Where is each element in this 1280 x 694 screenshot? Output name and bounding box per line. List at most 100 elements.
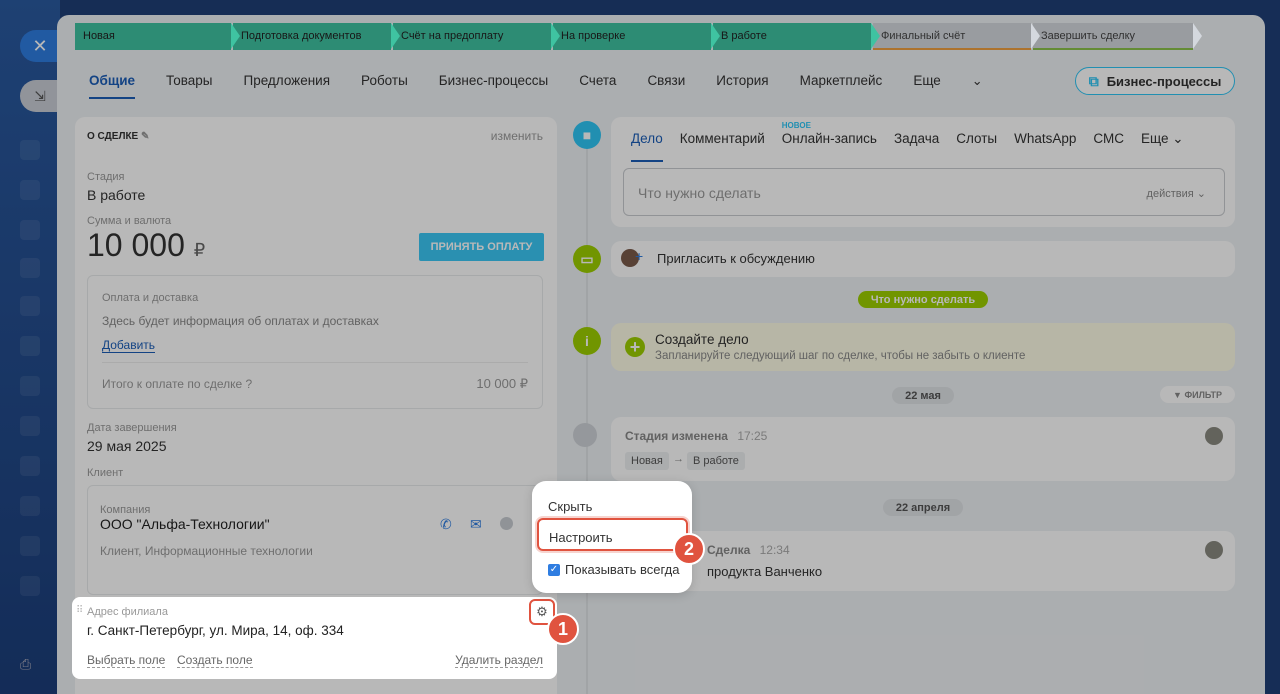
activity-tab-7[interactable]: СМС	[1093, 131, 1124, 162]
actions-dropdown[interactable]: действия ⌄	[1147, 187, 1206, 200]
sidebar-icon[interactable]	[20, 536, 40, 556]
delete-section-link[interactable]: Удалить раздел	[455, 653, 543, 668]
timeline-activity-icon: ■	[573, 121, 601, 149]
chevron-down-icon: ⌄	[1168, 131, 1184, 146]
todo-input[interactable]: Что нужно сделать действия ⌄	[623, 168, 1225, 216]
activity-tab-label: Комментарий	[679, 131, 765, 146]
minimize-button[interactable]: ⇲	[20, 80, 60, 112]
sidebar-icon[interactable]	[20, 296, 40, 316]
show-always-label: Показывать всегда	[565, 562, 680, 577]
edit-link[interactable]: изменить	[491, 129, 543, 143]
address-section: ⠿ Адрес филиала г. Санкт-Петербург, ул. …	[72, 597, 557, 679]
sidebar-icon[interactable]	[20, 416, 40, 436]
hide-menu-item[interactable]: Скрыть	[548, 499, 592, 514]
date-pill: 22 апреля	[883, 499, 963, 516]
sum-label: Сумма и валюта	[87, 215, 172, 227]
payment-info: Здесь будет информация об оплатах и дост…	[102, 314, 379, 328]
activity-tab-4[interactable]: Задача	[894, 131, 939, 162]
total-value: 10 000 ₽	[476, 376, 528, 391]
sidebar-icon[interactable]	[20, 496, 40, 516]
tab-5[interactable]: Бизнес-процессы	[439, 73, 548, 99]
sidebar-icon[interactable]	[20, 336, 40, 356]
activity-tab-3[interactable]: Онлайн-запись НОВОЕ	[781, 121, 877, 162]
company-name[interactable]: ООО "Альфа-Технологии"	[100, 516, 270, 532]
business-process-button[interactable]: ⧉ Бизнес-процессы	[1075, 67, 1235, 95]
comment-icon: ▭	[573, 245, 601, 273]
chevron-down-icon: ⌄	[971, 73, 983, 88]
divider	[102, 362, 528, 363]
activity-tab-1[interactable]: Дело	[631, 131, 663, 162]
business-process-label: Бизнес-процессы	[1106, 73, 1222, 89]
activity-tab-label: Онлайн-запись	[781, 131, 877, 146]
drag-handle-icon[interactable]: ⠿	[76, 605, 83, 616]
mail-icon[interactable]: ✉	[470, 516, 482, 533]
stage-4[interactable]: На проверке	[553, 23, 720, 50]
phone-icon[interactable]: ✆	[440, 516, 452, 533]
pencil-icon[interactable]: ✎	[141, 131, 149, 142]
tab-1[interactable]: Общие	[89, 73, 136, 99]
create-task-card[interactable]: + Создайте дело Запланируйте следующий ш…	[611, 323, 1235, 371]
configure-menu-item[interactable]: Настроить	[537, 518, 688, 551]
stage-label: Подготовка документов	[241, 30, 362, 42]
activity-tab-2[interactable]: Комментарий	[680, 131, 765, 162]
address-value: г. Санкт-Петербург, ул. Мира, 14, оф. 33…	[87, 623, 344, 638]
show-always-option[interactable]: ✓ Показывать всегда	[548, 562, 679, 577]
accept-payment-button[interactable]: ПРИНЯТЬ ОПЛАТУ	[419, 233, 544, 261]
tab-3[interactable]: Предложения	[244, 73, 331, 99]
tab-4[interactable]: Роботы	[361, 73, 408, 99]
activity-tab-5[interactable]: Слоты	[956, 131, 997, 162]
checkbox-checked-icon[interactable]: ✓	[548, 563, 560, 576]
from-stage: Новая	[625, 452, 669, 470]
stage-arrow	[871, 23, 880, 49]
sidebar-icon[interactable]	[20, 220, 40, 240]
tab-9[interactable]: Маркетплейс	[800, 73, 883, 99]
activity-tab-label: Слоты	[956, 131, 998, 146]
stage-6[interactable]: Финальный счёт	[873, 23, 1040, 50]
print-icon[interactable]: ⎙	[20, 656, 40, 674]
tab-8[interactable]: История	[716, 73, 768, 99]
step-badge-2: 2	[673, 533, 705, 565]
activity-tab-6[interactable]: WhatsApp	[1014, 131, 1076, 162]
new-badge: НОВОЕ	[781, 121, 811, 130]
activity-tab-label: Задача	[893, 131, 940, 146]
stage-5[interactable]: В работе	[713, 23, 880, 50]
stage-underline	[1033, 48, 1193, 50]
stage-label: Завершить сделку	[1041, 30, 1136, 42]
stage-1[interactable]: Новая	[75, 23, 240, 50]
filter-button[interactable]: ▼ ФИЛЬТР	[1160, 386, 1235, 403]
sidebar-icon[interactable]	[20, 376, 40, 396]
company-label: Компания	[100, 504, 151, 516]
help-icon[interactable]: ?	[246, 377, 253, 391]
stage-7[interactable]: Завершить сделку	[1033, 23, 1202, 50]
item-title: Сделка 12:34	[707, 543, 790, 557]
activity-tab-8[interactable]: Еще ⌄	[1141, 131, 1184, 162]
client-label: Клиент	[87, 467, 124, 479]
company-box: Компания ООО "Альфа-Технологии" ✆ ✉ Клие…	[87, 485, 543, 595]
stage-label: Финальный счёт	[881, 30, 966, 42]
chat-icon[interactable]	[500, 517, 513, 530]
close-slider-button[interactable]: ✕	[20, 30, 60, 62]
payment-add-link[interactable]: Добавить	[102, 338, 156, 353]
stage-3[interactable]: Счёт на предоплату	[393, 23, 560, 50]
sidebar-icon[interactable]	[20, 140, 40, 160]
activity-tabs: Дело Комментарий Онлайн-запись НОВОЕ Задача С…	[631, 121, 1201, 162]
invite-label: Пригласить к обсуждению	[657, 251, 815, 266]
invite-row[interactable]: + Пригласить к обсуждению	[611, 241, 1235, 277]
sidebar-icon[interactable]	[20, 180, 40, 200]
sidebar-icon[interactable]	[20, 576, 40, 596]
tab-2[interactable]: Товары	[166, 73, 212, 99]
create-field-link[interactable]: Создать поле	[177, 653, 253, 668]
tab-10[interactable]: Еще	[913, 73, 940, 99]
address-label: Адрес филиала	[87, 606, 168, 618]
to-stage: В работе	[687, 452, 745, 470]
stage-label: На проверке	[561, 30, 626, 42]
tab-7[interactable]: Связи	[647, 73, 685, 99]
sidebar-icon[interactable]	[20, 456, 40, 476]
close-date-value: 29 мая 2025	[87, 438, 167, 454]
close-date-label: Дата завершения	[87, 422, 177, 434]
sidebar-icon[interactable]	[20, 258, 40, 278]
select-field-link[interactable]: Выбрать поле	[87, 653, 166, 668]
stage-changed-card: Стадия изменена 17:25 Новая → В работе	[611, 417, 1235, 481]
stage-2[interactable]: Подготовка документов	[233, 23, 400, 50]
tab-6[interactable]: Счета	[579, 73, 616, 99]
